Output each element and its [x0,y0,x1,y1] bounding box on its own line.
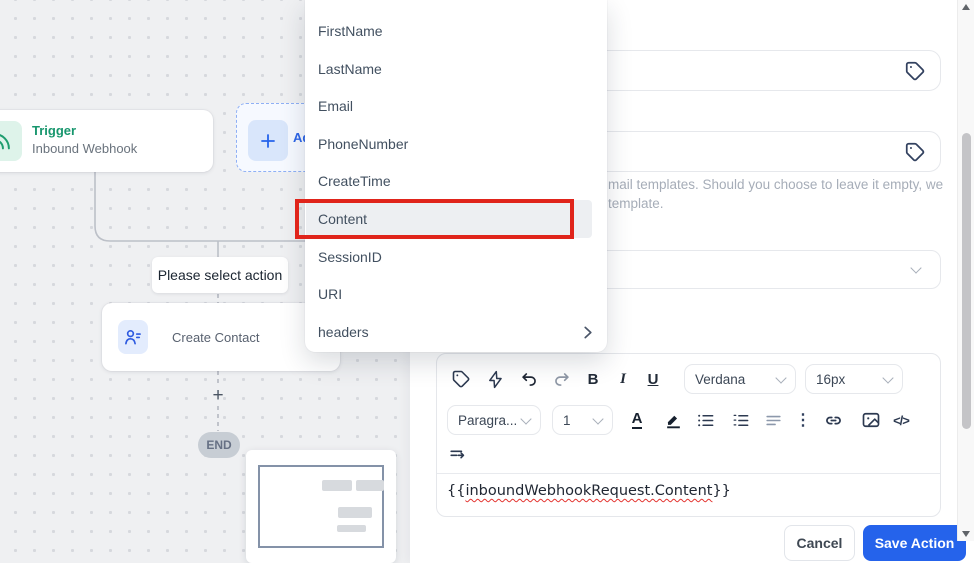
underline-button[interactable]: U [639,365,667,393]
merge-tag-icon[interactable] [447,365,475,393]
trigger-node-subtitle: Inbound Webhook [32,141,138,156]
cancel-button[interactable]: Cancel [784,525,855,561]
scroll-up-icon[interactable] [962,4,970,10]
toolbar-separator [437,473,940,474]
font-size-select[interactable]: 16px [805,364,903,394]
minimap-node-bar [322,480,352,491]
undo-icon[interactable] [515,365,543,393]
italic-button[interactable]: I [609,365,637,393]
scroll-down-icon[interactable] [962,531,970,537]
create-contact-label: Create Contact [172,330,260,345]
plus-icon [248,120,288,161]
dropdown-item-createtime[interactable]: CreateTime [305,162,607,200]
contact-person-icon [118,320,148,354]
text-color-button[interactable]: A [623,406,651,434]
chevron-down-icon [592,412,604,425]
editor-content[interactable]: {{inboundWebhookRequest.Content}} [447,483,731,499]
bold-button[interactable]: B [579,365,607,393]
merge-field-token: inboundWebhookRequest.Content [465,483,713,499]
dropdown-item-email[interactable]: Email [305,87,607,125]
chevron-down-icon [520,412,532,425]
helper-text-line2: template. [608,196,664,211]
highlight-marker-icon[interactable] [659,406,687,434]
align-text-icon[interactable] [759,406,787,434]
submenu-chevron-right-icon [583,326,593,339]
rich-text-editor: B I U Verdana 16px Paragra... 1 A ⋮ </> … [436,353,941,517]
chevron-down-icon [882,371,894,384]
tag-icon[interactable] [904,141,926,163]
webhook-signal-icon [0,121,22,161]
paragraph-style-select[interactable]: Paragra... [447,405,541,435]
dropdown-item-uri[interactable]: URI [305,275,607,313]
minimap-node-bar [356,480,384,491]
insert-step-plus[interactable]: + [206,385,230,407]
dropdown-item-firstname[interactable]: FirstName [305,12,607,50]
tag-icon[interactable] [904,60,926,82]
vertical-scrollbar[interactable] [957,0,974,541]
save-action-button[interactable]: Save Action [863,525,966,561]
line-height-select[interactable]: 1 [552,405,613,435]
numbered-list-icon[interactable] [726,406,754,434]
dropdown-item-partial[interactable]: Type [305,0,607,11]
dropdown-item-content[interactable]: Content [305,200,607,238]
code-view-icon[interactable]: </> [887,406,915,434]
trigger-node[interactable]: Trigger Inbound Webhook [0,110,213,172]
dropdown-item-headers[interactable]: headers [305,313,607,351]
minimap-node-bar [338,507,372,518]
dropdown-item-phonenumber[interactable]: PhoneNumber [305,125,607,163]
end-badge: END [198,432,240,458]
dropdown-item-sessionid[interactable]: SessionID [305,238,607,276]
select-action-prompt: Please select action [152,257,288,293]
minimap-node-bar [337,525,366,532]
chevron-down-icon [910,262,922,274]
chevron-down-icon [775,371,787,384]
font-family-select[interactable]: Verdana [684,364,796,394]
dropdown-item-lastname[interactable]: LastName [305,50,607,88]
text-direction-icon[interactable] [443,440,471,468]
more-options-icon[interactable]: ⋮ [789,406,817,434]
link-icon[interactable] [819,406,847,434]
helper-text-line1: mail templates. Should you choose to lea… [608,177,944,192]
canvas-minimap [246,450,396,563]
bullet-list-icon[interactable] [691,406,719,434]
trigger-node-title: Trigger [32,123,77,138]
image-icon[interactable] [857,406,885,434]
merge-field-dropdown: Type FirstName LastName Email PhoneNumbe… [305,0,607,352]
app-window: Trigger Inbound Webhook Add Please selec… [0,0,974,563]
redo-icon[interactable] [547,365,575,393]
lightning-icon[interactable] [481,365,509,393]
scrollbar-thumb[interactable] [962,133,971,429]
